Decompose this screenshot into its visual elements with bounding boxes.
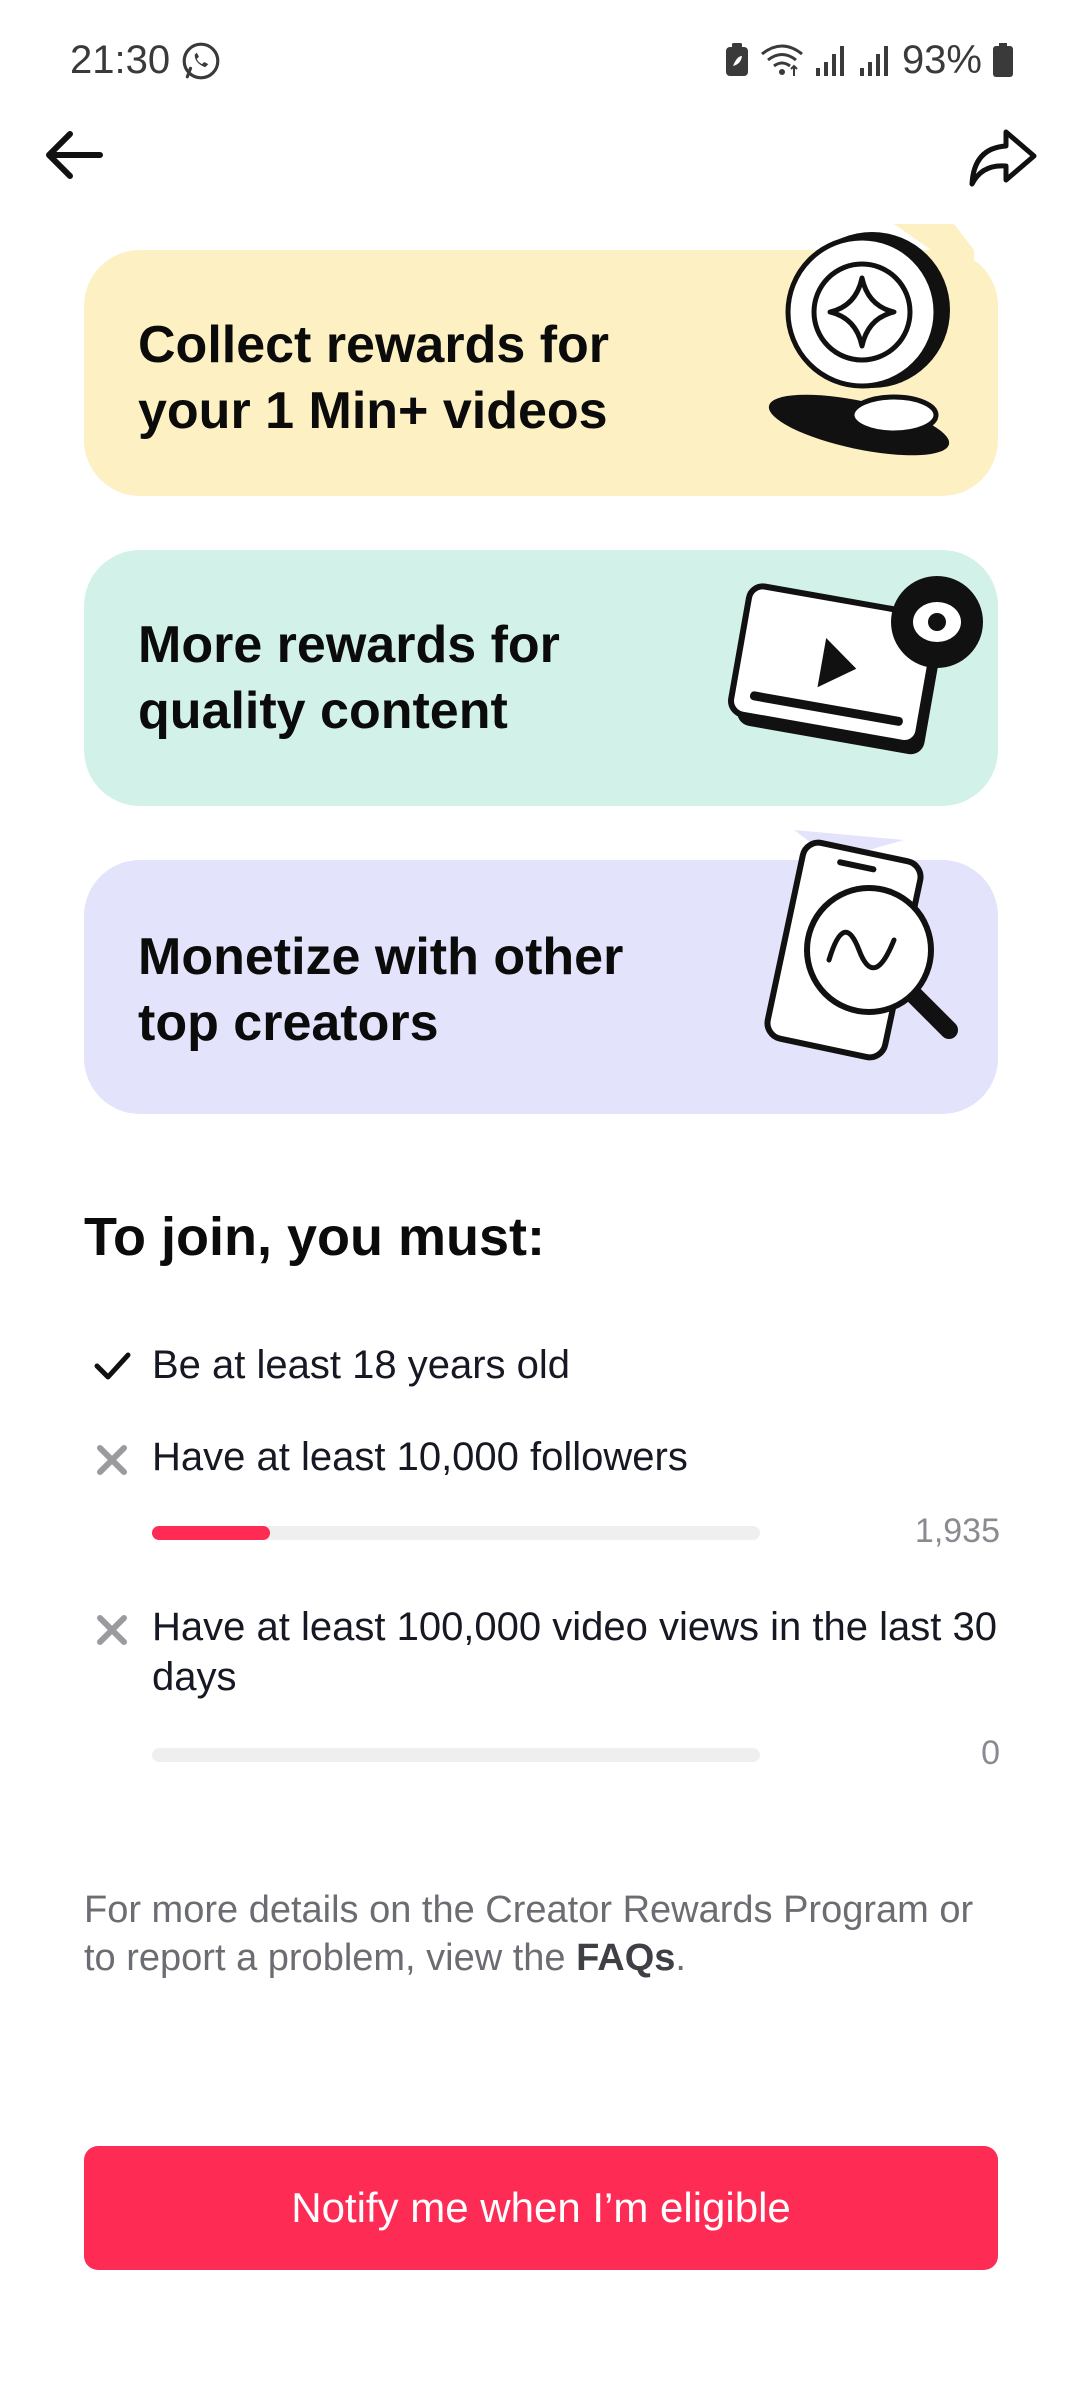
benefit-card-title: Collect rewards for your 1 Min+ videos (138, 316, 610, 440)
wifi-icon (761, 44, 803, 76)
phone-magnifier-icon (764, 830, 958, 1061)
arrow-left-icon[interactable] (40, 120, 110, 190)
battery-percentage: 93% (901, 37, 982, 82)
status-bar: 21:30 93% (0, 0, 1080, 120)
faq-link[interactable]: FAQs (576, 1937, 675, 1979)
followers-progress-fill (152, 1526, 270, 1540)
video-eye-icon (728, 576, 983, 755)
faq-note-end: . (675, 1937, 686, 1979)
requirement-text: Have at least 10,000 followers (152, 1435, 688, 1479)
whatsapp-icon (182, 42, 220, 80)
check-icon (94, 1352, 131, 1380)
battery-icon (993, 43, 1013, 77)
requirement-text: Have at least 100,000 video views in the… (152, 1605, 997, 1699)
battery-saver-icon (725, 43, 748, 76)
benefit-card-title: More rewards for quality content (138, 616, 560, 740)
benefit-card-monetize: Monetize with other top creators (84, 830, 998, 1114)
views-progress-bar (152, 1748, 760, 1762)
benefit-card-title: Monetize with other top creators (138, 928, 624, 1052)
benefit-card-rewards: Collect rewards for your 1 Min+ videos (84, 224, 998, 496)
requirement-followers: Have at least 10,000 followers 1,935 (84, 1432, 1000, 1562)
requirement-views: Have at least 100,000 video views in the… (84, 1602, 1000, 1772)
followers-count: 1,935 (914, 1512, 1000, 1550)
coins-icon (768, 224, 974, 456)
notify-eligible-button[interactable]: Notify me when I’m eligible (84, 2146, 998, 2270)
status-indicators: 93% (724, 36, 1014, 84)
requirements-title: To join, you must: (84, 1207, 545, 1267)
cross-icon (97, 1615, 127, 1645)
status-time: 21:30 (70, 38, 171, 82)
signal-icon (815, 46, 844, 76)
benefit-card-quality: More rewards for quality content (84, 550, 998, 806)
faq-note: For more details on the Creator Rewards … (84, 1886, 994, 1982)
requirement-age: Be at least 18 years old (84, 1340, 1000, 1400)
signal-icon (859, 46, 888, 76)
views-count: 0 (981, 1734, 1000, 1772)
share-arrow-icon[interactable] (964, 118, 1040, 194)
faq-note-text: For more details on the Creator Rewards … (84, 1889, 974, 1979)
requirement-text: Be at least 18 years old (152, 1343, 571, 1387)
cross-icon (97, 1445, 127, 1475)
followers-progress-bar (152, 1526, 760, 1540)
